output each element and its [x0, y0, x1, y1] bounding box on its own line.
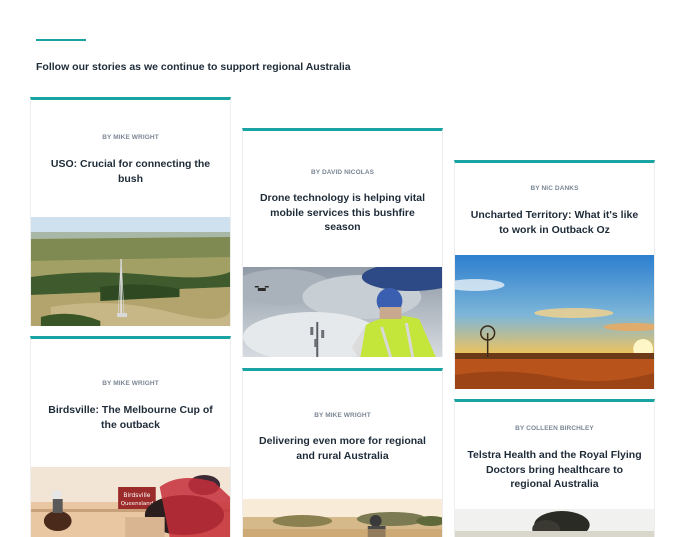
- story-image-aerial-farmland[interactable]: [31, 217, 230, 326]
- story-byline: BY DAVID NICOLAS: [310, 169, 375, 176]
- story-title[interactable]: Delivering even more for regional and ru…: [255, 434, 430, 463]
- story-image-outback-sunset[interactable]: [455, 255, 654, 389]
- story-image-tree-sky[interactable]: [455, 509, 654, 537]
- intro-text: Follow our stories as we continue to sup…: [36, 61, 351, 73]
- story-image-horse-race[interactable]: Birdsville Queensland: [31, 467, 230, 537]
- story-title[interactable]: Birdsville: The Melbourne Cup of the out…: [43, 403, 218, 432]
- story-card-regional-rural[interactable]: BY MIKE WRIGHT Delivering even more for …: [242, 368, 443, 537]
- story-card-drone[interactable]: BY DAVID NICOLAS Drone technology is hel…: [242, 128, 443, 357]
- story-byline: BY COLLEEN BIRCHLEY: [515, 425, 594, 432]
- story-image-rural-field[interactable]: [243, 499, 442, 537]
- birdsville-sign-line1: Birdsville: [123, 492, 150, 499]
- story-title[interactable]: Telstra Health and the Royal Flying Doct…: [467, 448, 642, 492]
- story-byline: BY MIKE WRIGHT: [102, 134, 159, 141]
- intro-accent-line: [36, 39, 86, 41]
- story-title[interactable]: USO: Crucial for connecting the bush: [43, 157, 218, 186]
- story-card-uso[interactable]: BY MIKE WRIGHT USO: Crucial for connecti…: [30, 97, 231, 326]
- story-card-flying-doctors[interactable]: BY COLLEEN BIRCHLEY Telstra Health and t…: [454, 399, 655, 537]
- story-byline: BY NIC DANKS: [530, 185, 579, 192]
- story-title[interactable]: Uncharted Territory: What it's like to w…: [467, 208, 642, 237]
- birdsville-sign-line2: Queensland: [121, 501, 153, 507]
- story-byline: BY MIKE WRIGHT: [102, 380, 159, 387]
- story-card-birdsville[interactable]: BY MIKE WRIGHT Birdsville: The Melbourne…: [30, 336, 231, 537]
- story-card-outback-oz[interactable]: BY NIC DANKS Uncharted Territory: What i…: [454, 160, 655, 389]
- story-byline: BY MIKE WRIGHT: [314, 412, 371, 419]
- story-image-drone-worker[interactable]: [243, 267, 442, 357]
- story-title[interactable]: Drone technology is helping vital mobile…: [255, 191, 430, 235]
